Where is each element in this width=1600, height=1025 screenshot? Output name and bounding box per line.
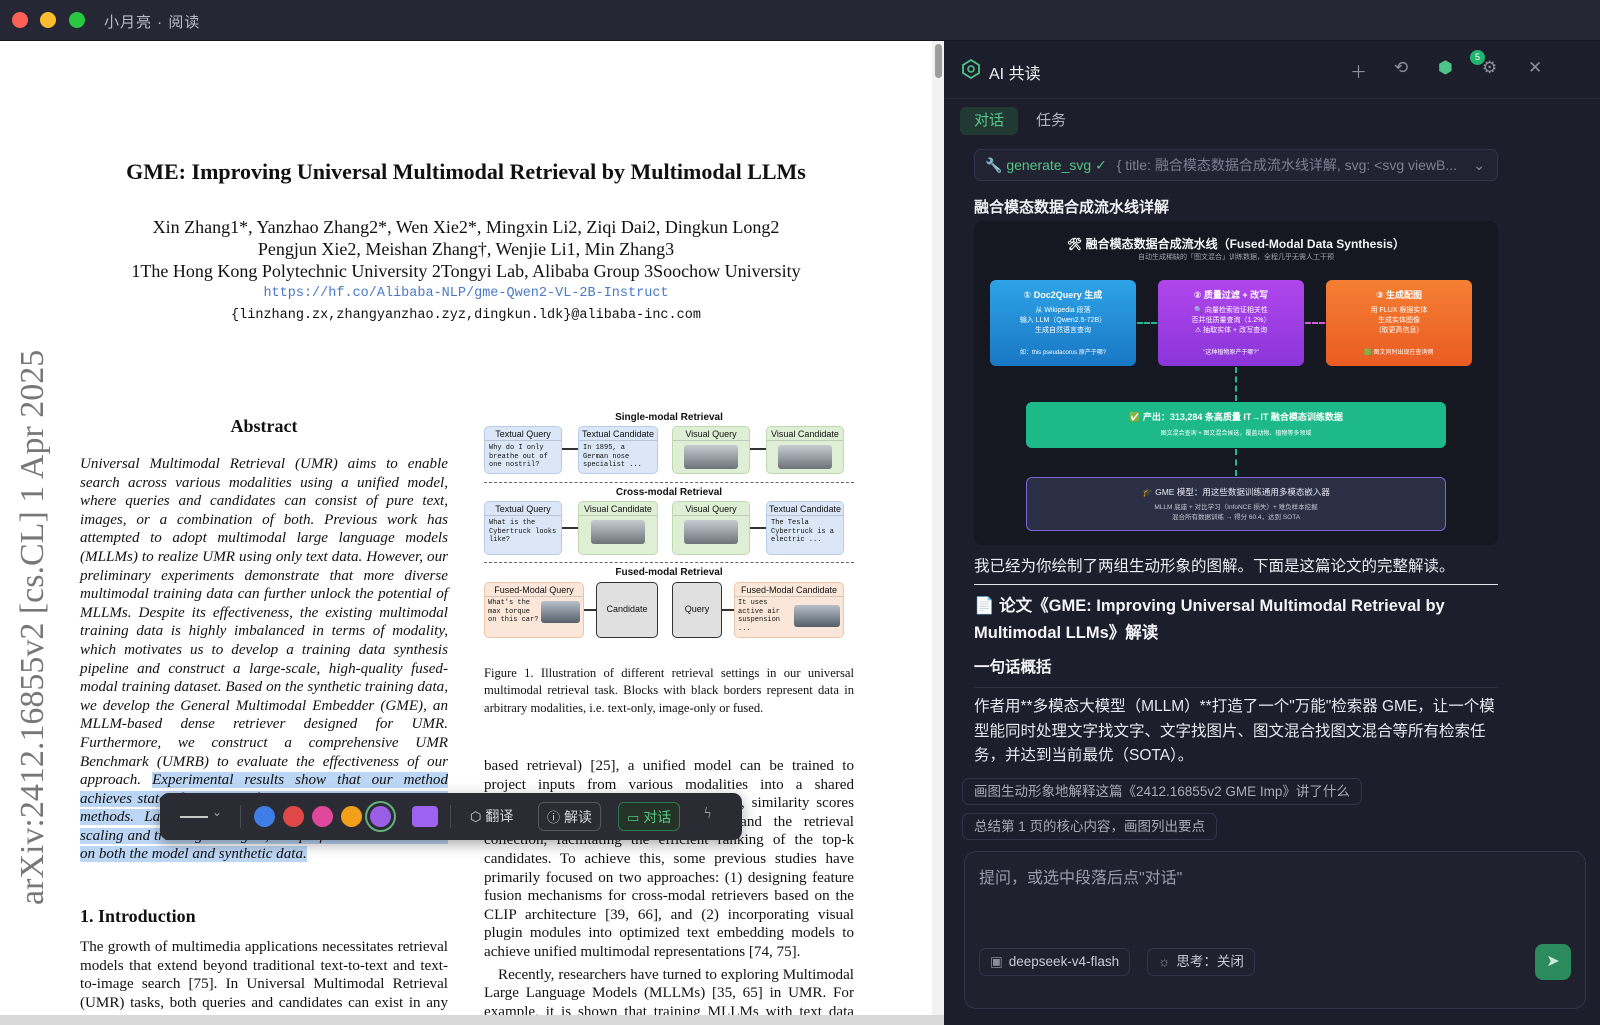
cube-icon: ⬡ [470,809,482,824]
fig-visual-candidate-box: Visual Candidate [766,426,844,474]
diagram-subtitle: 自动生成稀缺的「图文混合」训练数据，全程几乎无需人工干预 [1138,254,1334,261]
chat-bubble-icon: ▭ [627,810,640,825]
diagram-step2: ② 质量过滤 + 改写 🔍 向量检索验证相关性 否并低质量查询（1.2%） ⚠ 抽取… [1158,280,1304,366]
horizontal-scrollbar[interactable] [0,1015,944,1025]
tool-check-icon: ✓ [1095,157,1107,173]
package-icon[interactable]: ⬢ [1438,58,1453,78]
close-icon[interactable]: ✕ [1528,58,1542,78]
highlight-color-red[interactable] [283,806,304,827]
chevron-down-icon[interactable]: ⌄ [1473,150,1485,180]
diagram-title: 🛠 融合模态数据合成流水线（Fused-Modal Data Synthesis… [1067,237,1405,251]
fig-cross-visual-query: Visual Query [672,501,750,555]
assistant-message: 我已经为你绘制了两组生动形象的图解。下面是这篇论文的完整解读。 [974,554,1498,585]
diagram-step1: ① Doc2Query 生成 从 Wikipedia 段落 输入 LLM（Qwen… [990,280,1136,366]
lightbulb-icon: ☼ [1158,954,1171,969]
history-icon[interactable]: ⟲ [1394,58,1408,78]
model-selector[interactable]: ▣ deepseek-v4-flash [979,948,1131,976]
abstract-body: Universal Multimodal Retrieval (UMR) aim… [80,456,448,789]
send-icon: ➤ [1546,953,1560,970]
tab-tasks[interactable]: 任务 [1022,107,1080,135]
highlight-color-orange[interactable] [341,806,362,827]
fig-candidate-box: Candidate [596,582,658,638]
answer-paragraph: 作者用**多模态大模型（MLLM）**打造了一个"万能"检索器 GME，让一个模… [974,698,1495,764]
explain-button[interactable]: ⓘ 解读 [538,802,602,831]
chat-input[interactable] [979,866,1539,892]
minimize-window-button[interactable] [40,12,56,28]
highlight-color-purple[interactable] [370,806,391,827]
fig-single-title: Single-modal Retrieval [615,412,723,423]
zoom-window-button[interactable] [69,12,85,28]
highlight-color-blue[interactable] [254,806,275,827]
fig-textual-candidate-box: Textual Candidate In 1895, a German nose … [578,426,658,474]
paper-affiliations: 1The Hong Kong Polytechnic University 2T… [131,261,801,281]
paper-url-link[interactable]: https://hf.co/Alibaba-NLP/gme-Qwen2-VL-2… [0,286,932,301]
paper-emails: {linzhang.zx,zhangyanzhao.zyz,dingkun.ld… [231,308,701,323]
wrench-icon: 🔧 [985,157,1003,173]
highlight-color-pink[interactable] [312,806,333,827]
lightning-icon[interactable]: ϟ [704,805,711,823]
window-titlebar: 小月亮 · 阅读 [0,0,1600,41]
question-icon: ⓘ [547,810,561,825]
figure-caption: Figure 1. Illustration of different retr… [484,666,854,715]
answer-subheading: 一句话概括 [974,659,1052,676]
col2-paragraph-1: based retrieval) [25], a unified model c… [484,758,854,960]
new-chat-icon[interactable]: ＋ [1350,58,1367,83]
pdf-viewer[interactable]: GME: Improving Universal Multimodal Retr… [0,41,932,1025]
line-style-icon[interactable] [180,816,208,818]
selection-toolbar: ⌄ ⬡ 翻译 ⓘ 解读 ▭ 对话 ϟ [160,793,742,840]
suggestion-chip-2[interactable]: 总结第 1 页的核心内容，画图列出要点 [962,813,1218,840]
send-button[interactable]: ➤ [1535,944,1571,980]
sidebar-header: AI 共读 ＋ ⟲ ⬢ 5 ⚙ ✕ [944,41,1600,99]
scrollbar-thumb[interactable] [935,44,942,78]
generated-diagram: 🛠 融合模态数据合成流水线（Fused-Modal Data Synthesis… [974,221,1498,545]
paper-authors-line1: Xin Zhang1*, Yanzhao Zhang2*, Wen Xie2*,… [152,217,780,237]
tool-args: { title: 融合模态数据合成流水线详解, svg: <svg viewB.… [1116,157,1458,173]
thinking-toggle[interactable]: ☼ 思考：关闭 [1147,948,1255,976]
fig-fused-candidate: Fused-Modal Candidate It uses active air … [734,582,844,638]
paper-title: GME: Improving Universal Multimodal Retr… [126,159,806,184]
svg-result-title: 融合模态数据合成流水线详解 [974,199,1170,216]
diagram-step3: ③ 生成配图 用 FLUX 根据实体 生成实体图像 (取更高信息) 🟩 图文同时出现… [1326,280,1472,366]
chevron-down-icon[interactable]: ⌄ [212,805,222,820]
suggestion-chip-1[interactable]: 画图生动形象地解释这篇《2412.16855v2 GME Imp》讲了什么 [962,778,1362,805]
fig-cross-visual-candidate: Visual Candidate [578,501,658,555]
diagram-gme-model: 🎓 GME 模型：用这些数据训练通用多模态嵌入器 MLLM 底座 + 对比学习（I… [1026,477,1446,531]
fig-cross-textual-query: Textual Query What is the Cybertruck look… [484,501,562,555]
highlight-box-purple[interactable] [412,806,438,827]
intro-heading: 1. Introduction [80,906,196,926]
figure-1: Single-modal Retrieval Textual Query Why … [484,412,854,652]
window-title: 小月亮 · 阅读 [104,14,201,31]
paper-authors-line2: Pengjun Xie2, Meishan Zhang†, Wenjie Li1… [257,239,675,259]
tab-chat[interactable]: 对话 [960,107,1019,135]
fig-query-box: Query [672,582,722,638]
fig-fused-title: Fused-modal Retrieval [615,567,723,578]
close-window-button[interactable] [12,12,28,28]
arxiv-stamp: arXiv:2412.16855v2 [cs.CL] 1 Apr 2025 [14,349,51,905]
diagram-output: ✅ 产出：313,284 条高质量 IT→IT 融合模态训练数据 图文混合查询 +… [1026,402,1446,448]
ai-brain-icon [962,58,980,80]
chat-feed[interactable]: 🔧 generate_svg ✓ { title: 融合模态数据合成流水线详解,… [944,141,1600,777]
tool-name: generate_svg [1006,157,1092,173]
model-icon: ▣ [990,954,1003,969]
answer-heading: 📄 论文《GME: Improving Universal Multimodal… [974,597,1445,642]
fig-cross-title: Cross-modal Retrieval [615,487,723,498]
tool-call-card[interactable]: 🔧 generate_svg ✓ { title: 融合模态数据合成流水线详解,… [974,149,1498,181]
fig-fused-query: Fused-Modal Query What's the max torque o… [484,582,584,638]
sidebar-title: AI 共读 [989,66,1041,83]
settings-gear-icon[interactable]: ⚙ [1482,58,1497,78]
ai-sidebar: AI 共读 ＋ ⟲ ⬢ 5 ⚙ ✕ 对话 任务 🔧 generate_svg ✓… [944,41,1600,1025]
chat-input-box: ▣deepseek-v4-flash ☼思考：关闭 ➤ [964,851,1586,1009]
fig-cross-textual-candidate: Textual Candidate The Tesla Cybertruck is… [766,501,844,555]
fig-visual-query-box: Visual Query [672,426,750,474]
vertical-scrollbar[interactable] [932,41,944,1015]
chat-button[interactable]: ▭ 对话 [618,802,681,831]
abstract-heading: Abstract [230,416,298,436]
translate-button[interactable]: ⬡ 翻译 [462,802,521,831]
fig-textual-query-box: Textual Query Why do I only breathe out o… [484,426,562,474]
intro-text: The growth of multimedia applications ne… [80,939,448,1025]
